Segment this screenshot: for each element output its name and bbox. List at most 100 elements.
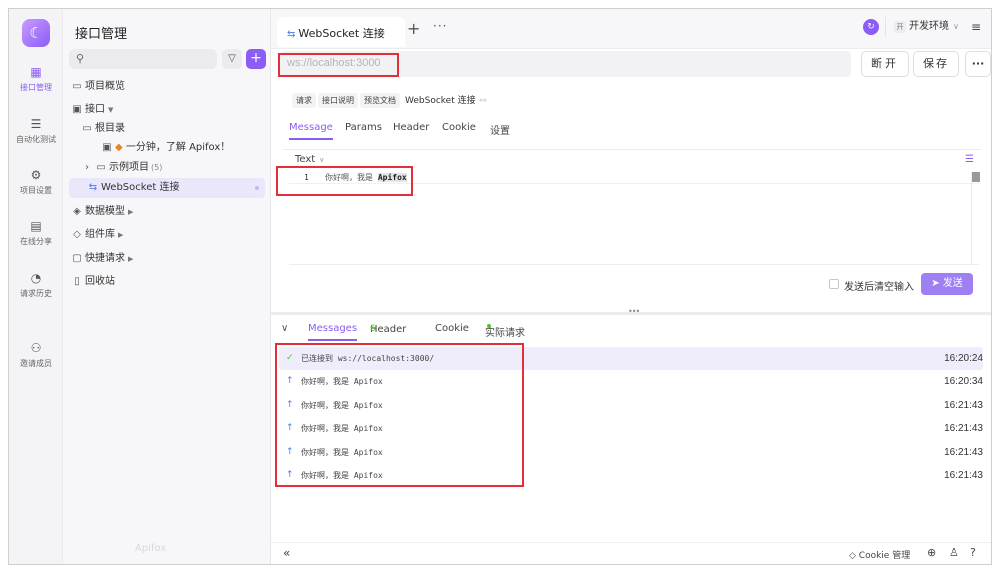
header-count-badge: 6: [370, 324, 376, 334]
sync-icon[interactable]: ↻: [863, 19, 879, 35]
url-input[interactable]: ws://localhost:3000: [279, 51, 851, 77]
api-tree-panel: 接口管理 ⚲ ▽ + ▭ 项目概览 ▣ 接口 ▼ ▭ 根目录 ▣ ◆ 一分钟，了解 Api…: [63, 9, 271, 564]
wrap-lines-icon[interactable]: ☰: [965, 154, 974, 165]
link-icon[interactable]: ⚯: [480, 96, 487, 105]
message-text: 你好啊，我是 Apifox: [301, 377, 383, 387]
item-count: (5): [151, 163, 163, 172]
tab-label: 实际请求: [485, 328, 525, 339]
message-row[interactable]: ↑ 你好啊，我是 Apifox 16:21:43: [279, 464, 983, 487]
tab-settings[interactable]: 设置: [490, 122, 510, 137]
project-settings-icon: ⚙: [30, 168, 42, 182]
rail-item-history[interactable]: ◔ 请求历史: [9, 271, 63, 299]
caret-right-icon: ▶: [128, 255, 134, 263]
subtab-api-doc[interactable]: 接口说明: [318, 93, 358, 108]
environment-select[interactable]: 开开发环境 ∨: [885, 17, 965, 37]
api-icon: ▣: [72, 104, 82, 115]
message-row[interactable]: ↑ 你好啊，我是 Apifox 16:21:43: [279, 441, 983, 464]
trash-icon: ▯: [74, 276, 80, 287]
tree-item-recycle-bin[interactable]: ▯ 回收站: [71, 272, 115, 292]
rail-item-project-settings[interactable]: ⚙ 项目设置: [9, 168, 63, 196]
proxy-icon[interactable]: ⊕: [927, 546, 936, 559]
message-row-connected[interactable]: ✓ 已连接到 ws://localhost:3000/ 16:20:24: [279, 347, 983, 371]
tree-item-overview[interactable]: ▭ 项目概览: [71, 77, 125, 97]
tab-header[interactable]: Header: [393, 122, 429, 133]
filter-icon: ▽: [228, 53, 236, 64]
add-button[interactable]: +: [246, 49, 266, 69]
collapse-response-icon[interactable]: ∨: [281, 323, 288, 334]
clear-after-send-checkbox[interactable]: [829, 279, 839, 289]
new-tab-button[interactable]: +: [407, 19, 420, 38]
rail-item-label: 请求历史: [20, 289, 52, 298]
env-badge: 开: [894, 21, 906, 33]
subtab-request[interactable]: 请求: [292, 93, 316, 108]
rail-item-share-online[interactable]: ▤ 在线分享: [9, 219, 63, 247]
history-icon: ◔: [30, 271, 42, 285]
rail-item-label: 邀请成员: [20, 359, 52, 368]
scrollbar-thumb[interactable]: [972, 172, 980, 182]
tree-item-websocket[interactable]: ⇆ WebSocket 连接: [69, 178, 265, 198]
message-time: 16:21:43: [944, 423, 983, 435]
doc-subtabs: 请求 接口说明 预览文档 WebSocket 连接 ⚯: [292, 93, 486, 108]
shirt-icon[interactable]: ♙: [949, 546, 959, 559]
caret-right-icon: ▶: [118, 231, 124, 239]
filter-button[interactable]: ▽: [222, 49, 242, 69]
message-row[interactable]: ↑ 你好啊，我是 Apifox 16:20:34: [279, 370, 983, 393]
tab-messages[interactable]: Messages: [308, 323, 358, 341]
format-select[interactable]: Text ∨: [295, 154, 324, 165]
apifox-logo-icon[interactable]: ☾: [22, 19, 50, 47]
editor-scrollbar[interactable]: [971, 172, 980, 264]
arrow-up-icon: ↑: [286, 446, 294, 457]
disconnect-button[interactable]: 断开: [861, 51, 909, 77]
menu-icon[interactable]: ≡: [971, 20, 981, 34]
tab-bar: ⇆ WebSocket 连接 + ··· ↻ 开开发环境 ∨ ≡: [271, 9, 991, 49]
tab-params[interactable]: Params: [345, 122, 382, 133]
response-tabs: ∨ Messages Header 6 Cookie 实际请求: [281, 322, 991, 344]
message-row[interactable]: ↑ 你好啊，我是 Apifox 16:21:43: [279, 394, 983, 417]
message-text: 你好啊，我是 Apifox: [301, 400, 383, 410]
drag-handle-icon[interactable]: •••: [628, 307, 640, 316]
tree-item-root[interactable]: ▭ 根目录: [81, 119, 125, 139]
tab-cookie[interactable]: Cookie: [442, 122, 476, 133]
rail-item-automation-test[interactable]: ☰ 自动化测试: [9, 117, 63, 145]
tab-label: WebSocket 连接: [298, 27, 385, 40]
tree-item-label: 项目概览: [85, 81, 125, 92]
help-icon[interactable]: ?: [970, 546, 976, 559]
more-actions-button[interactable]: ···: [965, 51, 991, 77]
collapse-sidebar-icon[interactable]: «: [283, 546, 290, 560]
message-text: 你好啊，我是 Apifox: [301, 470, 383, 480]
tab-response-cookie[interactable]: Cookie: [435, 323, 469, 334]
tree-item-components[interactable]: ◇ 组件库 ▶: [71, 225, 123, 245]
tree-item-label: 一分钟，了解 Apifox！: [125, 142, 231, 153]
tree-item-apis[interactable]: ▣ 接口 ▼: [71, 100, 113, 120]
save-button[interactable]: 保存: [913, 51, 959, 77]
request-tabs: Message Params Header Cookie 设置: [289, 120, 991, 142]
message-time: 16:21:43: [944, 446, 983, 458]
rail-item-api-management[interactable]: ▦ 接口管理: [9, 65, 63, 93]
tree-item-label: WebSocket 连接: [101, 182, 180, 193]
quick-request-icon: ▢: [72, 253, 82, 264]
message-text: 你好啊，我是 Apifox: [301, 424, 383, 434]
code-text[interactable]: 你好啊，我是 Apifox: [325, 172, 407, 183]
status-bar: « ◇ Cookie 管理 ⊕ ♙ ?: [271, 542, 991, 564]
layers-icon: ◇: [73, 229, 81, 240]
subtab-preview-doc[interactable]: 预览文档: [360, 93, 400, 108]
tab-message[interactable]: Message: [289, 122, 333, 140]
rail-item-invite-member[interactable]: ⚇ 邀请成员: [9, 341, 63, 369]
message-row[interactable]: ↑ 你好啊，我是 Apifox 16:21:43: [279, 417, 983, 440]
arrow-up-icon: ↑: [286, 469, 294, 480]
tree-item-quick-request[interactable]: ▢ 快捷请求 ▶: [71, 249, 133, 269]
tree-item-intro-doc[interactable]: ▣ ◆ 一分钟，了解 Apifox！: [101, 138, 230, 158]
tab-websocket[interactable]: ⇆ WebSocket 连接: [277, 17, 405, 47]
apifox-watermark: Apifox: [135, 543, 167, 554]
tree-item-data-models[interactable]: ◈ 数据模型 ▶: [71, 202, 133, 222]
folder-icon: ▭: [82, 123, 92, 134]
search-input[interactable]: ⚲: [69, 49, 217, 69]
chevron-down-icon: ∨: [319, 156, 325, 164]
message-text: 你好啊，我是 Apifox: [301, 447, 383, 457]
cookie-manager-button[interactable]: ◇ Cookie 管理: [849, 548, 910, 561]
more-tabs-button[interactable]: ···: [433, 19, 447, 33]
clear-after-send-label: 发送后清空输入: [844, 282, 914, 293]
send-button[interactable]: ➤ 发送: [921, 273, 973, 295]
code-line[interactable]: 1 你好啊，我是 Apifox: [289, 172, 979, 184]
tree-item-examples[interactable]: › ▭ 示例项目 (5): [81, 158, 162, 178]
